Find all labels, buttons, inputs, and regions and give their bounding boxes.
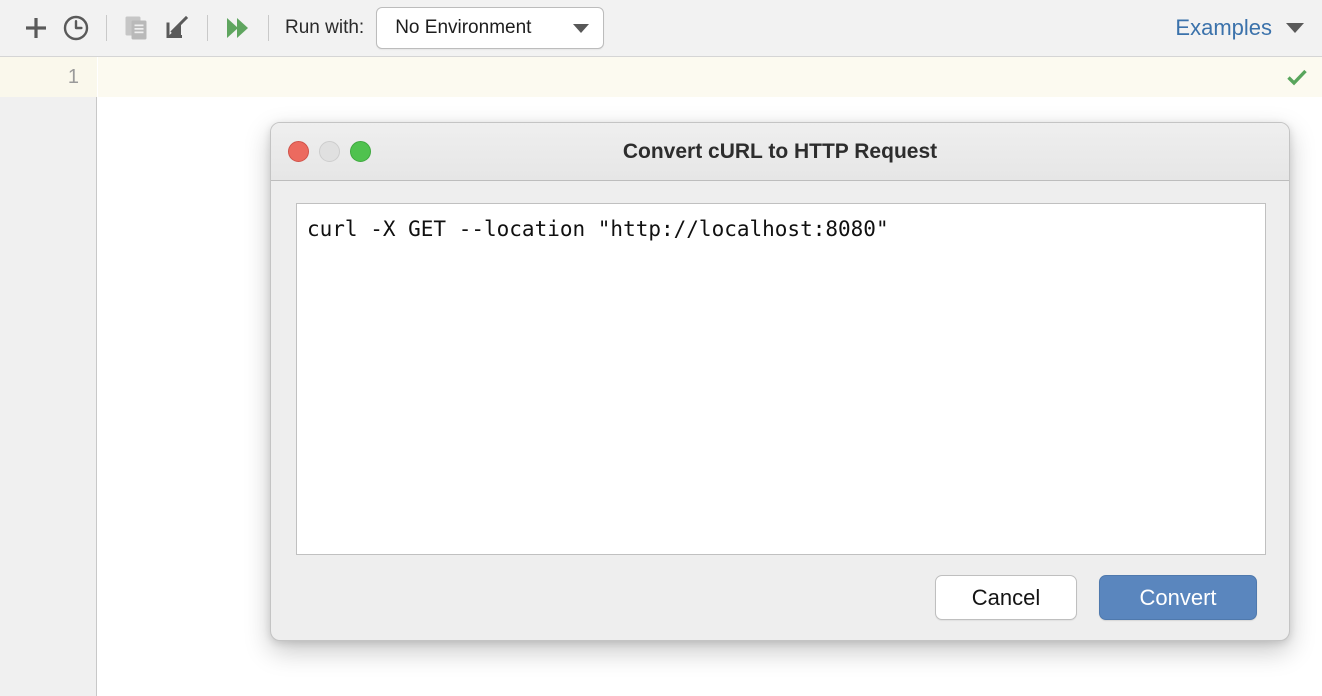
arrow-down-left-icon <box>163 14 191 42</box>
window-controls <box>288 141 371 162</box>
copy-icon <box>124 14 150 42</box>
import-button[interactable] <box>157 8 197 48</box>
close-button[interactable] <box>288 141 309 162</box>
environment-select[interactable]: No Environment <box>376 7 604 49</box>
current-line-highlight <box>98 57 1322 97</box>
curl-input[interactable] <box>296 203 1266 555</box>
examples-dropdown[interactable]: Examples <box>1175 15 1304 41</box>
convert-button[interactable]: Convert <box>1099 575 1257 620</box>
green-checkmark-icon <box>1285 65 1309 89</box>
dialog-footer: Cancel Convert <box>271 555 1289 640</box>
toolbar-separator-1 <box>106 15 107 41</box>
plus-icon <box>23 15 49 41</box>
dialog-body <box>271 181 1289 555</box>
add-request-button[interactable] <box>16 8 56 48</box>
convert-curl-dialog: Convert cURL to HTTP Request Cancel Conv… <box>270 122 1290 641</box>
clock-icon <box>62 14 90 42</box>
double-chevron-right-icon <box>223 15 253 41</box>
environment-select-value: No Environment <box>395 17 531 39</box>
cancel-button[interactable]: Cancel <box>935 575 1077 620</box>
http-client-window: Run with: No Environment Examples 1 <box>0 0 1322 696</box>
main-toolbar: Run with: No Environment Examples <box>0 0 1322 57</box>
chevron-down-icon <box>1286 23 1304 33</box>
copy-button[interactable] <box>117 8 157 48</box>
dialog-titlebar[interactable]: Convert cURL to HTTP Request <box>271 123 1289 181</box>
run-with-label: Run with: <box>285 17 364 39</box>
chevron-down-icon <box>573 24 589 33</box>
run-all-button[interactable] <box>218 8 258 48</box>
toolbar-separator-2 <box>207 15 208 41</box>
editor-gutter[interactable]: 1 <box>0 57 97 696</box>
zoom-button[interactable] <box>350 141 371 162</box>
minimize-button <box>319 141 340 162</box>
examples-label: Examples <box>1175 15 1272 41</box>
toolbar-separator-3 <box>268 15 269 41</box>
inspection-status-badge[interactable] <box>1284 64 1310 90</box>
dialog-title: Convert cURL to HTTP Request <box>271 140 1289 164</box>
history-button[interactable] <box>56 8 96 48</box>
line-number-1: 1 <box>0 57 79 97</box>
